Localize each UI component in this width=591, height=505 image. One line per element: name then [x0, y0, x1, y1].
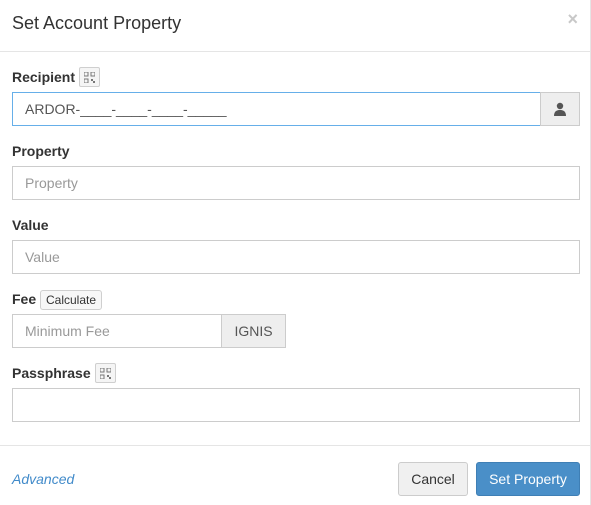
value-label: Value [12, 217, 49, 233]
value-input[interactable]: Value [12, 240, 580, 274]
set-property-button[interactable]: Set Property [476, 462, 580, 496]
calculate-fee-button[interactable]: Calculate [40, 290, 103, 310]
set-account-property-dialog: Set Account Property × Recipient ARDOR-_… [0, 0, 591, 505]
dialog-title: Set Account Property [12, 13, 182, 33]
qr-code-icon [100, 367, 111, 379]
dialog-footer: Advanced Cancel Set Property [0, 445, 591, 505]
property-label: Property [12, 143, 70, 159]
fee-currency-addon: IGNIS [221, 314, 286, 348]
user-icon [554, 102, 566, 116]
recipient-label: Recipient [12, 69, 76, 85]
passphrase-qr-scan-button[interactable] [95, 363, 116, 383]
close-button[interactable]: × [567, 10, 578, 28]
cancel-button[interactable]: Cancel [398, 462, 468, 496]
passphrase-label: Passphrase [12, 365, 91, 381]
contacts-button[interactable] [540, 92, 580, 126]
qr-code-icon [84, 71, 95, 83]
advanced-link[interactable]: Advanced [12, 471, 74, 487]
recipient-input[interactable]: ARDOR-____-____-____-_____ [12, 92, 541, 126]
passphrase-input[interactable] [12, 388, 580, 422]
fee-label: Fee [12, 291, 37, 307]
property-input[interactable]: Property [12, 166, 580, 200]
dialog-header: Set Account Property × [0, 0, 591, 52]
recipient-qr-scan-button[interactable] [79, 67, 100, 87]
fee-input[interactable]: Minimum Fee [12, 314, 222, 348]
